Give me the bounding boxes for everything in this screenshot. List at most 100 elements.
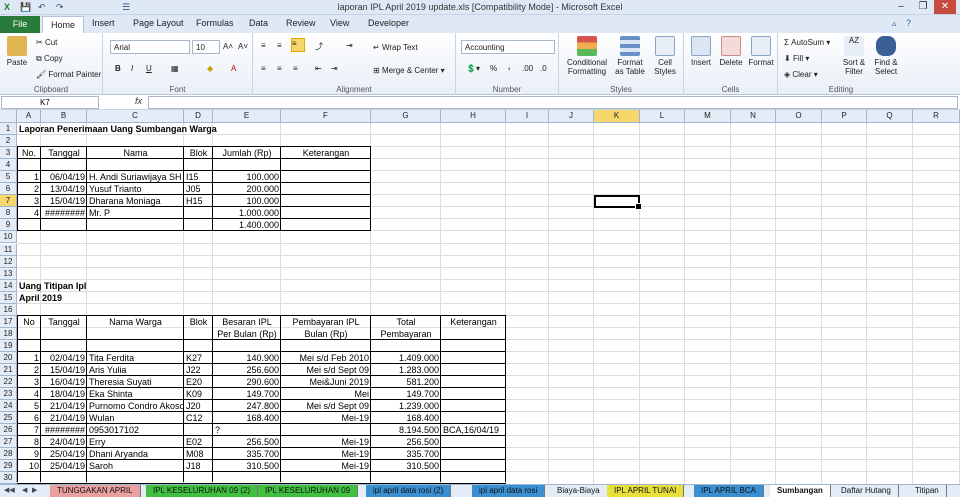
clear-button[interactable]: ◈ Clear ▾ — [784, 70, 818, 79]
delete-cells-button[interactable]: Delete — [716, 36, 746, 67]
align-right-icon[interactable]: ≡ — [293, 64, 298, 73]
copy-button[interactable]: ⧉ Copy — [36, 54, 63, 64]
row-header-4[interactable]: 4 — [0, 159, 17, 172]
insert-function-icon[interactable]: fx — [135, 96, 142, 106]
column-header-i[interactable]: I — [506, 110, 549, 123]
tab-data[interactable]: Data — [249, 18, 268, 28]
tab-view[interactable]: View — [330, 18, 349, 28]
sheet-tab-ipl-keseluruhan-09[interactable]: IPL KESELURUHAN 09 — [258, 485, 359, 497]
underline-button[interactable]: U — [146, 64, 152, 73]
sheet-tab-ipl-keseluruhan-09-2-[interactable]: IPL KESELURUHAN 09 (2) — [146, 485, 259, 497]
column-header-r[interactable]: R — [913, 110, 960, 123]
file-tab[interactable]: File — [0, 16, 40, 33]
sheet-tab-tunggakan-april[interactable]: TUNGGAKAN APRIL — [50, 485, 141, 497]
row-header-23[interactable]: 23 — [0, 388, 17, 401]
row-header-29[interactable]: 29 — [0, 460, 17, 473]
row-header-7[interactable]: 7 — [0, 195, 17, 208]
sort-filter-button[interactable]: AZ Sort & Filter — [838, 36, 870, 76]
column-header-k[interactable]: K — [594, 110, 640, 123]
align-bottom-icon[interactable]: ≡ — [291, 38, 305, 52]
column-header-n[interactable]: N — [731, 110, 776, 123]
cut-button[interactable]: ✂ Cut — [36, 38, 57, 47]
autosum-button[interactable]: Σ AutoSum ▾ — [784, 38, 830, 47]
grow-font-icon[interactable]: A˄ — [223, 42, 233, 51]
close-button[interactable]: ✕ — [934, 0, 956, 14]
prev-sheet-icon[interactable]: ◀ — [22, 486, 27, 494]
select-all-corner[interactable] — [0, 110, 17, 123]
indent-icon[interactable]: ⇥ — [346, 41, 353, 50]
row-header-17[interactable]: 17 — [0, 315, 17, 328]
fill-button[interactable]: ⬇ Fill ▾ — [784, 54, 809, 63]
font-color-icon[interactable]: A — [231, 64, 236, 73]
row-header-2[interactable]: 2 — [0, 135, 17, 148]
increase-indent-icon[interactable]: ⇥ — [331, 64, 338, 73]
borders-icon[interactable]: ▦ — [171, 64, 179, 73]
wrap-text-button[interactable]: ↵ Wrap Text — [373, 43, 418, 52]
column-header-q[interactable]: Q — [867, 110, 913, 123]
column-header-o[interactable]: O — [776, 110, 822, 123]
row-header-27[interactable]: 27 — [0, 436, 17, 449]
column-header-d[interactable]: D — [184, 110, 213, 123]
decrease-indent-icon[interactable]: ⇤ — [315, 64, 322, 73]
column-header-m[interactable]: M — [685, 110, 731, 123]
help-icon[interactable]: ? — [906, 18, 911, 28]
row-header-25[interactable]: 25 — [0, 412, 17, 425]
shrink-font-icon[interactable]: A˅ — [238, 42, 248, 51]
sheet-tab-ipl-april-bca[interactable]: IPL APRIL BCA — [694, 485, 764, 497]
column-header-h[interactable]: H — [441, 110, 506, 123]
row-header-30[interactable]: 30 — [0, 472, 17, 485]
row-header-15[interactable]: 15 — [0, 291, 17, 304]
first-sheet-icon[interactable]: ◀◀ — [4, 486, 15, 494]
row-header-14[interactable]: 14 — [0, 279, 17, 292]
column-header-j[interactable]: J — [549, 110, 594, 123]
comma-button[interactable]: , — [508, 62, 510, 71]
bold-button[interactable]: B — [115, 64, 121, 73]
row-header-24[interactable]: 24 — [0, 400, 17, 413]
sheet-tab-titipan[interactable]: Titipan — [908, 485, 947, 497]
orientation-icon[interactable]: ⤴ — [315, 41, 323, 52]
formula-input[interactable] — [148, 96, 958, 109]
column-header-l[interactable]: L — [640, 110, 685, 123]
row-header-1[interactable]: 1 — [0, 123, 17, 135]
row-header-6[interactable]: 6 — [0, 183, 17, 196]
row-header-26[interactable]: 26 — [0, 424, 17, 437]
row-header-13[interactable]: 13 — [0, 267, 17, 280]
format-cells-button[interactable]: Format — [746, 36, 776, 67]
accounting-format-icon[interactable]: 💲▾ — [466, 64, 480, 73]
tab-formulas[interactable]: Formulas — [196, 18, 234, 28]
format-painter-button[interactable]: 🖌 Format Painter — [36, 70, 101, 79]
fill-color-icon[interactable]: ◆ — [207, 64, 213, 73]
align-middle-icon[interactable]: ≡ — [277, 41, 282, 50]
sheet-tab-ipl-april-data-rosi-2-[interactable]: ipl april data rosi (2) — [366, 485, 452, 497]
insert-cells-button[interactable]: Insert — [686, 36, 716, 67]
row-header-19[interactable]: 19 — [0, 339, 17, 352]
number-format-select[interactable]: Accounting — [461, 40, 555, 54]
percent-button[interactable]: % — [490, 64, 497, 73]
row-header-18[interactable]: 18 — [0, 327, 17, 340]
sheet-tab-daftar-hutang[interactable]: Daftar Hutang — [834, 485, 899, 497]
row-header-16[interactable]: 16 — [0, 303, 17, 316]
format-as-table-button[interactable]: Format as Table — [613, 36, 647, 76]
align-left-icon[interactable]: ≡ — [261, 64, 266, 73]
tab-review[interactable]: Review — [286, 18, 316, 28]
column-header-e[interactable]: E — [213, 110, 281, 123]
find-select-button[interactable]: Find & Select — [870, 36, 902, 76]
minimize-ribbon-icon[interactable]: ▵ — [892, 18, 897, 29]
sheet-tab-ipl-april-tunai[interactable]: IPL APRIL TUNAI — [607, 485, 685, 497]
row-header-3[interactable]: 3 — [0, 147, 17, 160]
font-size-select[interactable]: 10 — [192, 40, 220, 54]
sheet-tab-biaya-biaya[interactable]: Biaya-Biaya — [550, 485, 608, 497]
tab-insert[interactable]: Insert — [92, 18, 115, 28]
row-header-22[interactable]: 22 — [0, 376, 17, 389]
maximize-button[interactable]: ❐ — [912, 0, 934, 14]
column-header-b[interactable]: B — [41, 110, 87, 123]
row-header-11[interactable]: 11 — [0, 243, 17, 256]
row-header-8[interactable]: 8 — [0, 207, 17, 220]
conditional-formatting-button[interactable]: Conditional Formatting — [564, 36, 610, 76]
sheet-tab-sumbangan[interactable]: Sumbangan — [770, 485, 831, 497]
tab-developer[interactable]: Developer — [368, 18, 409, 28]
column-header-a[interactable]: A — [17, 110, 41, 123]
italic-button[interactable]: I — [131, 64, 133, 73]
align-center-icon[interactable]: ≡ — [277, 64, 282, 73]
row-header-12[interactable]: 12 — [0, 255, 17, 268]
